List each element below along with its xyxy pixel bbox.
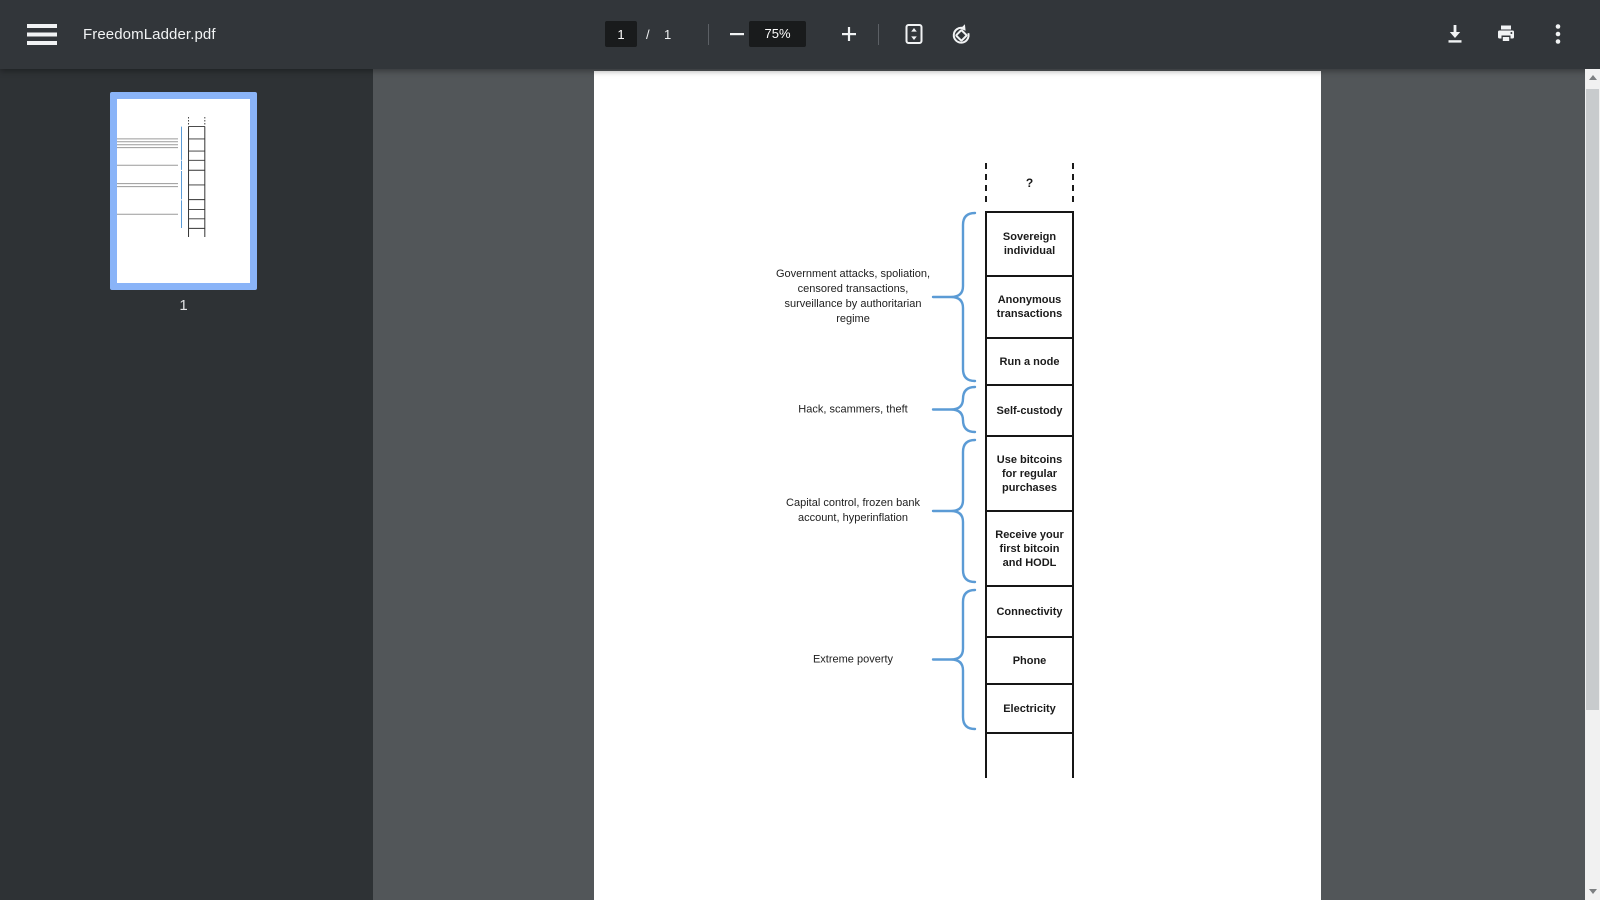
ladder-rung-label: Run a node [999, 355, 1060, 368]
zoom-in-button[interactable] [827, 12, 871, 56]
ladder-question-label: ? [1025, 175, 1034, 190]
ladder-open-bottom [985, 734, 1074, 778]
more-options-button[interactable] [1536, 12, 1580, 56]
ladder-rung: Use bitcoins for regular purchases [987, 437, 1072, 512]
ladder-rung: Sovereign individual [987, 213, 1072, 277]
minus-icon [730, 33, 744, 36]
ladder-rung-label: Phone [1012, 654, 1047, 667]
ladder-rung: Run a node [987, 339, 1072, 386]
ladder-rung-label: Anonymous transactions [996, 294, 1063, 320]
ladder-rung-label: Receive your first bitcoin and HODL [995, 528, 1064, 569]
ladder: Sovereign individual Anonymous transactio… [985, 211, 1074, 734]
up-arrow-icon [1588, 75, 1597, 80]
document-viewport: ? Sovereign individual Anonymous transact… [373, 69, 1585, 900]
scroll-down-button[interactable] [1585, 883, 1600, 900]
pdf-page: ? Sovereign individual Anonymous transact… [594, 71, 1321, 900]
thumbnail-preview [14, 117, 206, 237]
ladder-rung-label: Use bitcoins for regular purchases [996, 453, 1063, 494]
ladder-rung: Receive your first bitcoin and HODL [987, 512, 1072, 587]
curly-brace [931, 211, 977, 383]
ladder-rung: Phone [987, 638, 1072, 685]
page-separator: / [646, 27, 650, 42]
thumbnail-page-number: 1 [179, 297, 188, 314]
ladder-rung-label: Connectivity [996, 605, 1063, 618]
ladder-rung: Self-custody [987, 386, 1072, 437]
brace-label: Hack, scammers, theft [798, 403, 908, 415]
download-icon [1448, 25, 1462, 43]
ladder-dashed-top: ? [985, 163, 1074, 202]
vertical-scrollbar[interactable] [1585, 69, 1600, 900]
brace-label: Government attacks, spoliation, censored… [775, 268, 931, 325]
rotate-button[interactable] [939, 12, 983, 56]
toolbar-divider [878, 24, 879, 45]
print-button[interactable] [1484, 12, 1528, 56]
scroll-up-button[interactable] [1585, 69, 1600, 86]
toolbar-divider [708, 24, 709, 45]
document-title: FreedomLadder.pdf [83, 26, 216, 43]
rotate-ccw-icon [952, 24, 970, 44]
down-arrow-icon [1588, 889, 1597, 894]
curly-brace [931, 438, 977, 584]
page-thumbnail[interactable] [14, 92, 257, 290]
ladder-rung: Electricity [987, 685, 1072, 734]
download-button[interactable] [1433, 12, 1477, 56]
brace-label: Capital control, frozen bank account, hy… [786, 497, 920, 524]
scrollbar-thumb[interactable] [1586, 89, 1599, 710]
toolbar: FreedomLadder.pdf / 1 75% [0, 0, 1600, 69]
plus-icon [842, 27, 856, 41]
zoom-level-display: 75% [749, 21, 806, 47]
print-icon [1498, 25, 1514, 43]
fit-page-button[interactable] [892, 12, 936, 56]
kebab-icon [1555, 24, 1561, 44]
thumbnail-page [14, 99, 250, 283]
menu-button[interactable] [20, 12, 64, 56]
ladder-rung-label: Self-custody [996, 404, 1063, 417]
pdf-viewer-window: FreedomLadder.pdf / 1 75% [0, 0, 1600, 900]
ladder-rung: Anonymous transactions [987, 277, 1072, 339]
hamburger-icon [27, 23, 57, 45]
ladder-rung: Connectivity [987, 587, 1072, 638]
ladder-rung-label: Electricity [1003, 702, 1056, 715]
page-count-label: 1 [664, 27, 672, 42]
brace-label: Extreme poverty [812, 653, 894, 665]
thumbnail-sidebar: 1 [0, 69, 373, 900]
fit-to-page-icon [905, 24, 923, 44]
ladder-rung-label: Sovereign individual [1002, 231, 1057, 257]
page-number-input[interactable] [605, 21, 637, 47]
